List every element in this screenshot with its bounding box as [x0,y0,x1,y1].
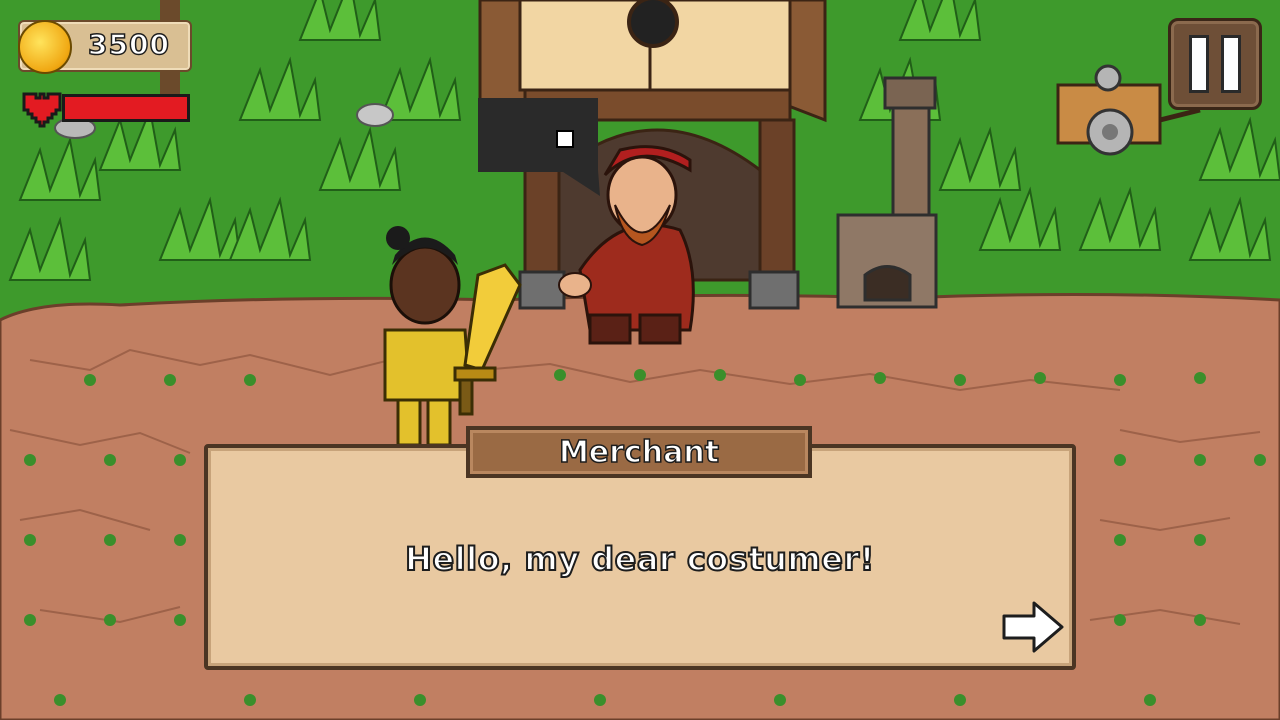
speech-bubble-icon [478,98,598,172]
rock [356,103,394,127]
speech-bubble-dot [556,130,574,148]
pause-icon [1189,35,1209,93]
next-dialogue-button[interactable] [1000,600,1066,654]
gold-coin-icon [18,20,72,74]
speech-bubble-tail [560,170,600,196]
speaker-name: Merchant [558,434,720,471]
window-round [627,0,679,48]
health-bar [62,94,190,122]
shop-pillar-right [758,118,796,282]
coin-counter-panel: 3500 [18,20,192,74]
speaker-name-tab: Merchant [466,426,812,478]
pause-icon [1221,35,1241,93]
pause-button[interactable] [1168,18,1262,110]
arrow-right-icon [1002,601,1064,653]
dialogue-text: Hello, my dear costumer! [404,539,875,579]
heart-icon [22,92,62,128]
coin-count: 3500 [87,27,170,62]
health-bar-fill [65,97,187,119]
